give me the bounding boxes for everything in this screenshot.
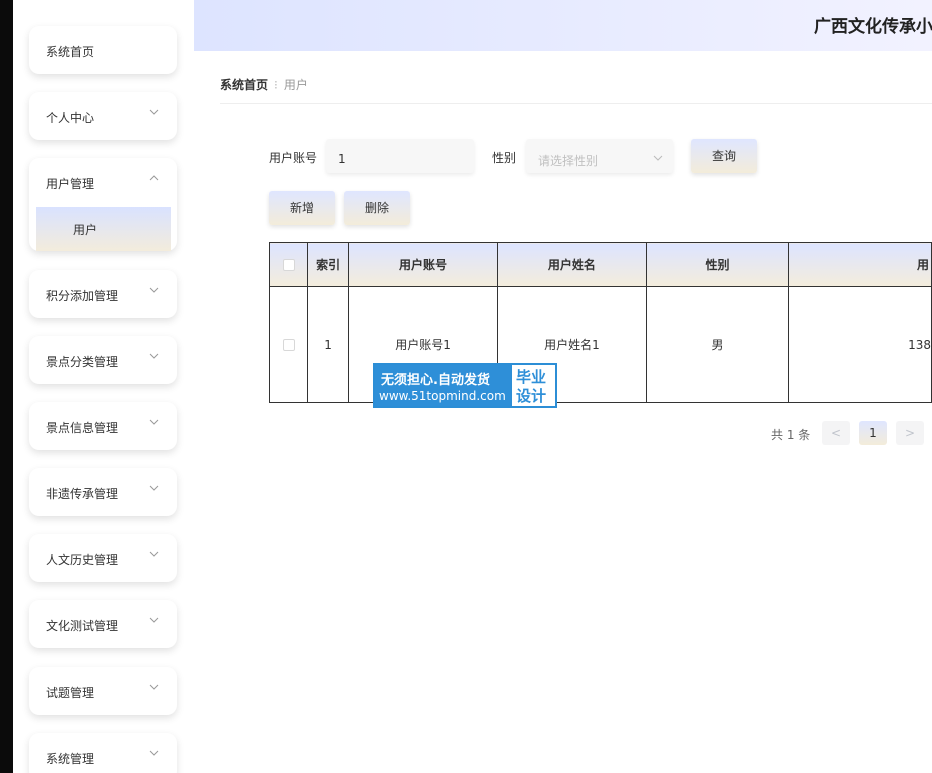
column-header: 性别 xyxy=(645,242,790,287)
watermark-right2: 设计 xyxy=(516,387,547,405)
watermark-left: 无须担心.自动发货 www.51topmind.com xyxy=(375,365,511,406)
column-header: 用户姓名 xyxy=(497,242,647,287)
page-button-1[interactable]: 1 xyxy=(859,421,887,445)
watermark-right: 毕业 设计 xyxy=(512,365,555,406)
users-table: 索引 用户账号 用户姓名 性别 用 1 用户账号1 用户姓名1 男 138 xyxy=(268,242,932,403)
select-all-cell[interactable] xyxy=(268,242,309,287)
row-checkbox[interactable] xyxy=(282,339,295,351)
table-row[interactable]: 1 用户账号1 用户姓名1 男 138 xyxy=(268,286,932,403)
watermark-line2: www.51topmind.com xyxy=(379,389,506,403)
select-all-checkbox[interactable] xyxy=(282,259,295,271)
table-cell: 1 xyxy=(307,286,349,403)
watermark-line1: 无须担心.自动发货 xyxy=(381,373,490,388)
prev-page-button[interactable]: < xyxy=(822,421,850,445)
watermark-right1: 毕业 xyxy=(516,368,547,386)
table-cell: 男 xyxy=(645,286,790,403)
column-header: 用 xyxy=(788,242,932,287)
next-page-button[interactable]: > xyxy=(896,421,924,445)
pagination-total: 共 1 条 xyxy=(771,428,811,442)
column-header: 索引 xyxy=(307,242,349,287)
column-header: 用户账号 xyxy=(347,242,499,287)
watermark-badge: 无须担心.自动发货 www.51topmind.com 毕业 设计 xyxy=(373,363,557,408)
table-cell: 138 xyxy=(788,286,932,403)
row-select-cell[interactable] xyxy=(268,286,309,403)
table-header-row: 索引 用户账号 用户姓名 性别 用 xyxy=(268,242,932,287)
